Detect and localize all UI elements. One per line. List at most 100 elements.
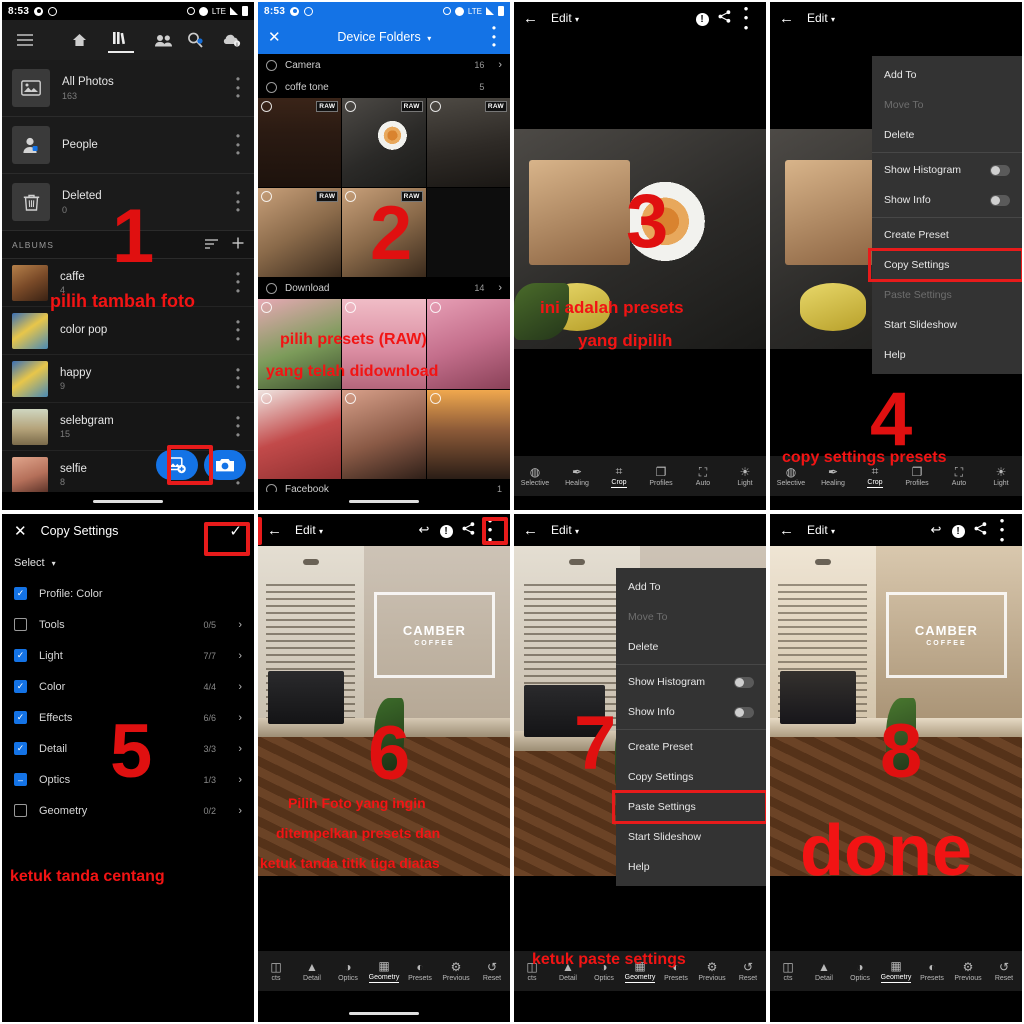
menu-item-help[interactable]: Help bbox=[872, 340, 1022, 370]
photo-thumbnail[interactable] bbox=[426, 299, 510, 389]
tool-reset[interactable]: ↺ Reset bbox=[986, 961, 1022, 982]
back-arrow-icon[interactable]: ← bbox=[779, 522, 799, 539]
back-arrow-icon[interactable]: ← bbox=[523, 10, 543, 27]
folder-row-coffe-tone[interactable]: coffe tone 5 › bbox=[258, 76, 510, 98]
checkbox-icon[interactable]: ✓ bbox=[14, 742, 27, 755]
sort-icon[interactable] bbox=[205, 237, 218, 252]
chevron-right-icon[interactable]: › bbox=[228, 774, 242, 786]
setting-row-tools[interactable]: Tools 0/5 › bbox=[2, 609, 254, 640]
overflow-icon[interactable]: ••• bbox=[991, 514, 1013, 545]
select-icon[interactable] bbox=[345, 392, 357, 404]
back-arrow-icon[interactable]: ← bbox=[523, 522, 543, 539]
back-arrow-icon[interactable]: ← bbox=[779, 10, 799, 27]
tool-healing[interactable]: ✒ Healing bbox=[556, 466, 598, 487]
menu-item-add-to[interactable]: Add To bbox=[872, 60, 1022, 90]
warning-icon[interactable]: ! bbox=[947, 522, 969, 539]
chevron-right-icon[interactable]: › bbox=[228, 650, 242, 662]
tool-effects[interactable]: ◫ cts bbox=[258, 961, 294, 982]
photo-thumbnail[interactable]: RAW bbox=[258, 98, 342, 188]
tool-previous[interactable]: ⚙ Previous bbox=[438, 961, 474, 982]
overflow-icon[interactable]: ••• bbox=[232, 364, 244, 393]
chevron-right-icon[interactable]: › bbox=[228, 805, 242, 817]
share-icon[interactable] bbox=[969, 522, 991, 538]
sidebar-item-people[interactable]: People • • • bbox=[2, 117, 254, 174]
menu-icon[interactable] bbox=[12, 27, 38, 53]
photo-canvas[interactable]: Add To Move To Delete Show Histogram Sho… bbox=[514, 546, 766, 991]
select-icon[interactable] bbox=[429, 101, 441, 112]
select-icon[interactable] bbox=[261, 302, 272, 314]
overflow-icon[interactable]: ••• bbox=[232, 268, 244, 297]
tool-presets[interactable]: ◐ Presets bbox=[402, 961, 438, 982]
tool-light[interactable]: ☀ Light bbox=[724, 466, 766, 487]
tool-reset[interactable]: ↺ Reset bbox=[474, 961, 510, 982]
select-icon[interactable] bbox=[261, 101, 272, 112]
photo-thumbnail[interactable]: RAW bbox=[426, 98, 510, 188]
list-item[interactable]: happy 9 • • • bbox=[2, 355, 254, 403]
photo-thumbnail[interactable] bbox=[258, 389, 342, 479]
select-icon[interactable] bbox=[345, 191, 357, 203]
tool-optics[interactable]: ◑ Optics bbox=[842, 961, 878, 982]
tool-optics[interactable]: ◑ Optics bbox=[330, 961, 366, 982]
menu-item-help[interactable]: Help bbox=[616, 852, 766, 882]
menu-item-copy-settings[interactable]: Copy Settings bbox=[868, 248, 1022, 282]
chevron-right-icon[interactable]: › bbox=[228, 743, 242, 755]
tool-selective[interactable]: ◍ Selective bbox=[770, 466, 812, 487]
menu-item-paste-settings[interactable]: Paste Settings bbox=[612, 790, 766, 824]
checkbox-icon[interactable]: – bbox=[14, 773, 27, 786]
plus-icon[interactable] bbox=[232, 237, 244, 252]
checkbox-icon[interactable] bbox=[14, 804, 27, 817]
tool-light[interactable]: ☀ Light bbox=[980, 466, 1022, 487]
menu-item-delete[interactable]: Delete bbox=[616, 632, 766, 662]
tool-presets[interactable]: ◐ Presets bbox=[914, 961, 950, 982]
select-icon[interactable] bbox=[261, 191, 272, 203]
tool-geometry[interactable]: ▦ Geometry bbox=[366, 960, 402, 983]
tool-detail[interactable]: ▲ Detail bbox=[294, 961, 330, 982]
select-icon[interactable] bbox=[345, 302, 357, 314]
menu-item-show-info[interactable]: Show Info bbox=[872, 185, 1022, 215]
menu-item-add-to[interactable]: Add To bbox=[616, 572, 766, 602]
checkbox-icon[interactable] bbox=[266, 59, 277, 71]
overflow-icon[interactable]: ••• bbox=[735, 2, 757, 33]
checkbox-icon[interactable]: ✓ bbox=[14, 680, 27, 693]
undo-icon[interactable]: ↩ bbox=[925, 522, 947, 538]
list-item[interactable]: color pop • • • bbox=[2, 307, 254, 355]
share-icon[interactable] bbox=[713, 10, 735, 26]
menu-item-start-slideshow[interactable]: Start Slideshow bbox=[616, 822, 766, 852]
close-icon[interactable]: ✕ bbox=[268, 28, 281, 46]
tool-auto[interactable]: ⛶ Auto bbox=[938, 466, 980, 487]
tool-detail[interactable]: ▲ Detail bbox=[806, 961, 842, 982]
checkbox-icon[interactable]: ✓ bbox=[14, 587, 27, 600]
app-bar-title[interactable]: Edit ▾ bbox=[551, 11, 579, 25]
chevron-right-icon[interactable]: › bbox=[498, 282, 502, 294]
select-icon[interactable] bbox=[429, 302, 441, 314]
toggle-switch[interactable] bbox=[734, 676, 754, 688]
chevron-right-icon[interactable]: › bbox=[498, 59, 502, 71]
toggle-switch[interactable] bbox=[990, 194, 1010, 206]
checkbox-icon[interactable]: ✓ bbox=[14, 711, 27, 724]
app-bar-title[interactable]: Edit ▾ bbox=[807, 11, 835, 25]
menu-item-show-histogram[interactable]: Show Histogram bbox=[616, 667, 766, 697]
photo-thumbnail[interactable] bbox=[426, 389, 510, 479]
toggle-switch[interactable] bbox=[990, 164, 1010, 176]
setting-row-color[interactable]: ✓ Color 4/4 › bbox=[2, 671, 254, 702]
share-icon[interactable] bbox=[457, 522, 479, 538]
app-bar-title[interactable]: Edit ▾ bbox=[295, 523, 323, 537]
tool-profiles[interactable]: ❐ Profiles bbox=[640, 466, 682, 487]
overflow-icon[interactable]: ••• bbox=[232, 187, 244, 216]
overflow-icon[interactable]: ••• bbox=[232, 316, 244, 345]
tool-healing[interactable]: ✒ Healing bbox=[812, 466, 854, 487]
menu-item-show-histogram[interactable]: Show Histogram bbox=[872, 155, 1022, 185]
warning-icon[interactable]: ! bbox=[691, 10, 713, 27]
menu-item-show-info[interactable]: Show Info bbox=[616, 697, 766, 727]
overflow-icon[interactable]: ••• bbox=[488, 22, 500, 51]
chevron-right-icon[interactable]: › bbox=[228, 712, 242, 724]
tool-previous[interactable]: ⚙ Previous bbox=[950, 961, 986, 982]
photo-canvas[interactable]: ◍ Selective ✒ Healing ⌗ Crop ❐ Profiles ⛶ Aut… bbox=[514, 34, 766, 496]
tool-reset[interactable]: ↺ Reset bbox=[730, 961, 766, 982]
menu-item-create-preset[interactable]: Create Preset bbox=[616, 732, 766, 762]
select-icon[interactable] bbox=[429, 392, 441, 404]
chevron-right-icon[interactable]: › bbox=[228, 619, 242, 631]
search-icon[interactable] bbox=[182, 27, 208, 53]
cloud-icon[interactable]: i bbox=[218, 27, 244, 53]
tool-geometry[interactable]: ▦ Geometry bbox=[878, 960, 914, 983]
